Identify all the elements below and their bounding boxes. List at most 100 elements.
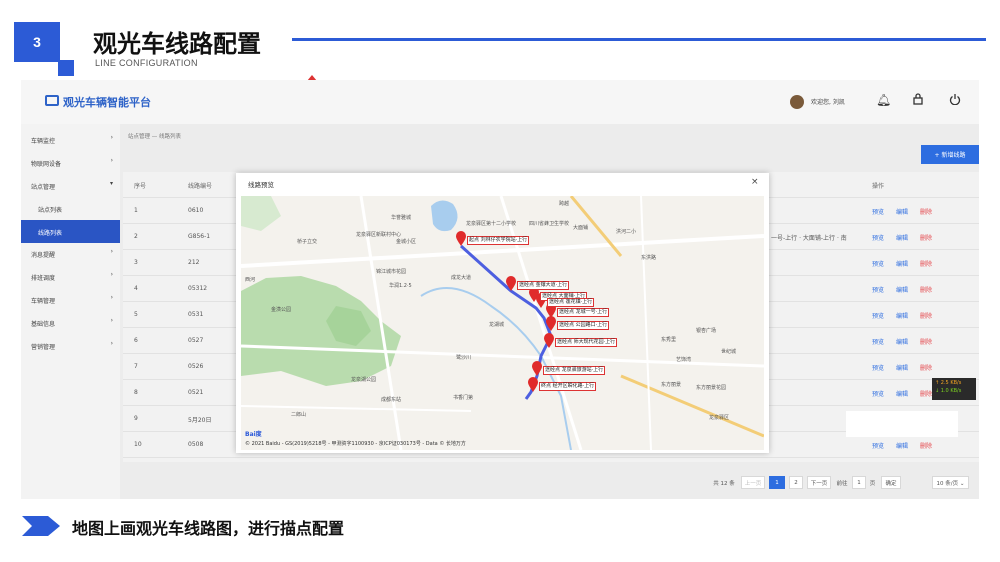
delete-link[interactable]: 删除 xyxy=(920,207,932,216)
app-screenshot: 观光车辆智能平台 欢迎您, 刘凯 🔔︎ 车辆监控 › 物联网设备 › 站点管理 ▾ 站… xyxy=(21,80,979,499)
map-place-label: 龙湖城 xyxy=(489,322,505,328)
cell-code: 0527 xyxy=(188,337,204,344)
pager-page-1[interactable]: 1 xyxy=(769,476,785,489)
delete-link[interactable]: 删除 xyxy=(920,441,932,450)
sidebar-item-label: 线路列表 xyxy=(38,230,63,237)
cell-no: 10 xyxy=(134,441,142,448)
stop-label[interactable]: 途经点 龙城一号·上行 xyxy=(557,308,610,317)
chevron-right-icon: › xyxy=(110,134,113,141)
chevron-right-icon: › xyxy=(110,317,113,324)
stop-label[interactable]: 终点 经开区瞬化路·上行 xyxy=(539,382,597,391)
cell-code: 0610 xyxy=(188,207,204,214)
map-place-label: 华润1.2·5 xyxy=(389,283,412,289)
stop-label[interactable]: 起点 刘林仔农学院站·上行 xyxy=(467,236,530,245)
map-place-label: 跨越 xyxy=(559,201,570,207)
pager-size-select[interactable]: 10 条/页 ⌄ xyxy=(932,476,969,489)
app-name: 观光车辆智能平台 xyxy=(63,96,151,109)
add-route-button[interactable]: + 新增线路 xyxy=(921,145,979,164)
stop-label[interactable]: 途经点 金镶大道·上行 xyxy=(517,281,570,290)
avatar[interactable] xyxy=(790,95,804,109)
pager-next-button[interactable]: 下一页 xyxy=(807,476,831,489)
sidebar-item-station-management[interactable]: 站点管理 ▾ xyxy=(21,174,120,197)
sidebar-item-vehicle-management[interactable]: 车辆管理 › xyxy=(21,288,120,311)
sidebar-item-vehicle-monitor[interactable]: 车辆监控 › xyxy=(21,128,120,151)
edit-link[interactable]: 编辑 xyxy=(896,311,908,320)
delete-link[interactable]: 删除 xyxy=(920,285,932,294)
preview-link[interactable]: 预览 xyxy=(872,207,884,216)
edit-link[interactable]: 编辑 xyxy=(896,441,908,450)
map-place-label: 艺饰湾 xyxy=(676,357,692,363)
stop-label[interactable]: 途经点 师大现代花园·上行 xyxy=(555,338,618,347)
edit-link[interactable]: 编辑 xyxy=(896,337,908,346)
slide-subtitle: LINE CONFIGURATION xyxy=(95,58,198,68)
preview-link[interactable]: 预览 xyxy=(872,311,884,320)
sidebar-item-scheduling[interactable]: 排班调度 › xyxy=(21,265,120,288)
delete-link[interactable]: 删除 xyxy=(920,389,932,398)
sidebar-item-label: 基础信息 xyxy=(31,321,56,328)
welcome-text: 欢迎您, 刘凯 xyxy=(811,99,845,106)
stop-label[interactable]: 途经点 龙泉驿旅游站·上行 xyxy=(543,366,606,375)
delete-link[interactable]: 删除 xyxy=(920,337,932,346)
edit-link[interactable]: 编辑 xyxy=(896,207,908,216)
preview-link[interactable]: 预览 xyxy=(872,337,884,346)
sidebar-item-route-list[interactable]: 线路列表 xyxy=(21,220,120,243)
edit-link[interactable]: 编辑 xyxy=(896,259,908,268)
stop-label[interactable]: 途经点 公园路口·上行 xyxy=(557,321,610,330)
stop-label[interactable]: 途经点 莲花镇·上行 xyxy=(547,298,595,307)
delete-link[interactable]: 删除 xyxy=(920,311,932,320)
sidebar: 车辆监控 › 物联网设备 › 站点管理 ▾ 站点列表 线路列表 消息提醒 › 排班调度 ›… xyxy=(21,124,120,499)
sidebar-item-messages[interactable]: 消息提醒 › xyxy=(21,242,120,265)
sidebar-item-marketing[interactable]: 营销管理 › xyxy=(21,334,120,357)
cell-no: 7 xyxy=(134,363,138,370)
pager-prev-button[interactable]: 上一页 xyxy=(741,476,765,489)
sidebar-item-label: 排班调度 xyxy=(31,275,56,282)
bus-logo-icon xyxy=(45,95,59,106)
preview-link[interactable]: 预览 xyxy=(872,389,884,398)
sidebar-item-basic-info[interactable]: 基础信息 › xyxy=(21,311,120,334)
delete-link[interactable]: 删除 xyxy=(920,259,932,268)
power-icon[interactable] xyxy=(949,93,961,108)
map-place-label: 鹭沙川 xyxy=(456,355,472,361)
edit-link[interactable]: 编辑 xyxy=(896,233,908,242)
edit-link[interactable]: 编辑 xyxy=(896,389,908,398)
cell-code: 05312 xyxy=(188,285,208,292)
delete-link[interactable]: 删除 xyxy=(920,233,932,242)
sidebar-item-station-list[interactable]: 站点列表 xyxy=(21,197,120,220)
edit-link[interactable]: 编辑 xyxy=(896,363,908,372)
delete-link[interactable]: 删除 xyxy=(920,363,932,372)
preview-link[interactable]: 预览 xyxy=(872,233,884,242)
route-preview-modal: 线路预览 × 华誉雅城 龙泉驿区第十二小学校 四川省蜂卫生学校 跨越 洪河二小 … xyxy=(236,173,769,453)
preview-link[interactable]: 预览 xyxy=(872,363,884,372)
cell-code: 0521 xyxy=(188,389,204,396)
chevron-right-icon: › xyxy=(110,157,113,164)
map-place-label: 龙泉驿区新联村中心 xyxy=(356,232,402,238)
column-header-actions: 操作 xyxy=(872,183,885,190)
pagination: 共 12 条 上一页 1 2 下一页 前往 1 页 确定 10 条/页 ⌄ xyxy=(711,476,979,490)
modal-title: 线路预览 xyxy=(248,181,274,189)
preview-link[interactable]: 预览 xyxy=(872,259,884,268)
sidebar-item-label: 营销管理 xyxy=(31,344,56,351)
preview-link[interactable]: 预览 xyxy=(872,285,884,294)
column-header-no: 序号 xyxy=(134,183,147,190)
pager-page-input[interactable]: 1 xyxy=(852,476,866,489)
chevron-right-icon: › xyxy=(110,248,113,255)
edit-link[interactable]: 编辑 xyxy=(896,285,908,294)
cell-code: 0526 xyxy=(188,363,204,370)
sidebar-item-label: 车辆管理 xyxy=(31,298,56,305)
footer-caption: 地图上画观光车线路图，进行描点配置 xyxy=(72,519,345,538)
pager-confirm-button[interactable]: 确定 xyxy=(881,476,901,489)
cell-no: 3 xyxy=(134,259,138,266)
preview-link[interactable]: 预览 xyxy=(872,441,884,450)
cell-code: 0508 xyxy=(188,441,204,448)
lock-icon[interactable] xyxy=(912,93,924,108)
blank-panel xyxy=(846,411,958,437)
close-icon[interactable]: × xyxy=(751,177,759,187)
sidebar-item-label: 消息提醒 xyxy=(31,252,56,259)
bell-icon[interactable]: 🔔︎ xyxy=(876,93,891,107)
map-place-label: 东方丽景花园 xyxy=(696,385,727,391)
route-map[interactable]: 华誉雅城 龙泉驿区第十二小学校 四川省蜂卫生学校 跨越 洪河二小 桥子立交 龙泉驿区新联村中… xyxy=(241,196,764,450)
sidebar-item-label: 车辆监控 xyxy=(31,138,56,145)
pager-page-2[interactable]: 2 xyxy=(789,476,803,489)
chevron-right-icon: › xyxy=(110,271,113,278)
sidebar-item-iot-devices[interactable]: 物联网设备 › xyxy=(21,151,120,174)
